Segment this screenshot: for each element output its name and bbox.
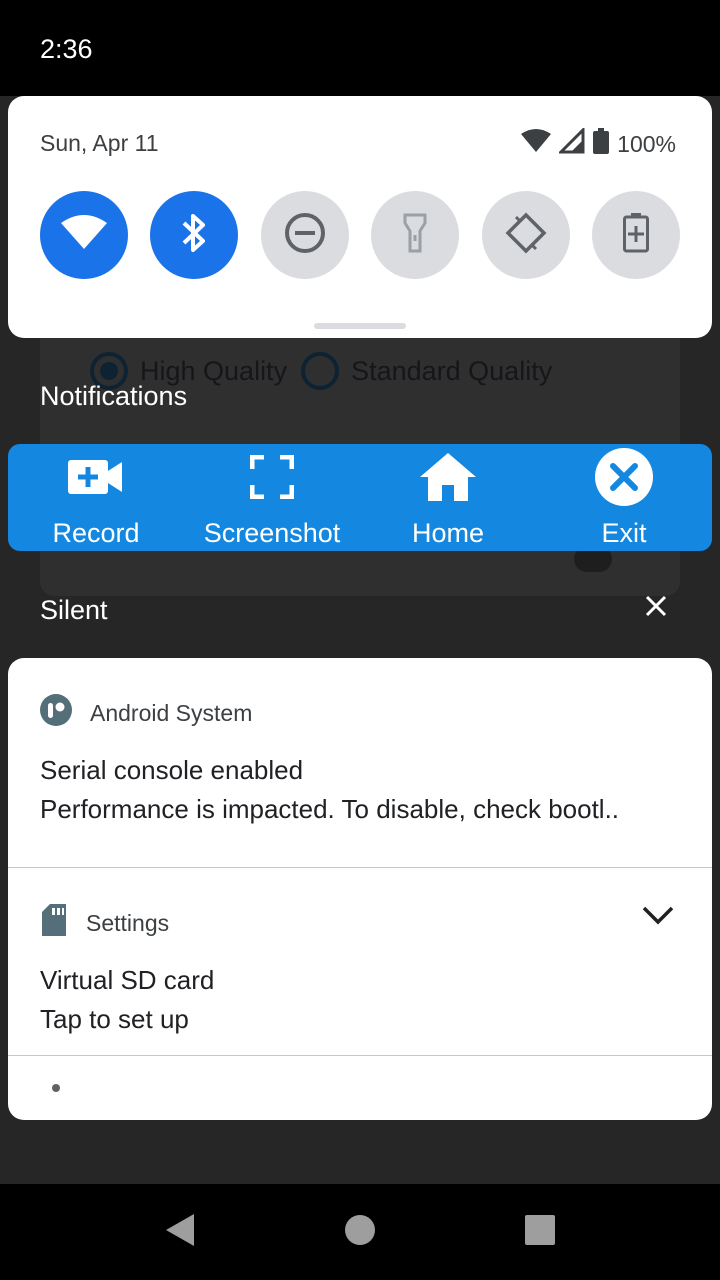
exit-button[interactable]: Exit [536,444,712,551]
home-label: Home [411,518,485,548]
sd-card-icon [40,904,68,942]
wifi-signal-icon [521,129,552,159]
cell-signal-icon [557,126,585,160]
silent-header: Silent [40,595,108,625]
home-icon [418,451,478,510]
record-button[interactable]: Record [8,444,184,551]
android-system-icon [40,694,72,732]
notification-app-row: Android System [40,694,252,732]
quick-settings-panel: Sun, Apr 11 100% [8,96,712,338]
home-nav-button[interactable] [340,1212,380,1252]
bluetooth-tile[interactable] [150,191,239,279]
overflow-dot-icon [52,1084,60,1092]
qs-tiles [40,191,680,279]
close-icon [645,595,667,622]
floating-toolbar: Record Screenshot Home Exit [8,444,712,551]
battery-saver-tile[interactable] [591,191,680,279]
wifi-icon [60,214,108,256]
back-button[interactable] [160,1212,200,1252]
dnd-tile[interactable] [260,191,349,279]
exit-label: Exit [601,518,647,548]
notification-title: Virtual SD card [40,965,215,995]
auto-rotate-icon [504,211,548,260]
chevron-down-icon [642,905,674,930]
divider [8,1055,712,1056]
home-button[interactable]: Home [360,444,536,551]
recents-button[interactable] [520,1212,560,1252]
clear-silent-button[interactable] [640,592,672,624]
qs-status-icons: 100% [521,126,676,160]
close-circle-icon [594,447,654,514]
notification-settings[interactable]: Settings Virtual SD card Tap to set up [8,868,712,1055]
status-time: 2:36 [40,34,93,64]
wifi-tile[interactable] [40,191,128,279]
screenshot-icon [249,454,295,506]
notifications-header: Notifications [40,381,188,411]
notification-app-name: Android System [90,699,253,726]
navigation-bar [0,1184,720,1280]
auto-rotate-tile[interactable] [481,191,570,279]
expand-button[interactable] [640,903,676,931]
home-circle-icon [344,1214,376,1251]
screenshot-label: Screenshot [203,518,341,548]
video-add-icon [68,458,124,503]
recents-icon [525,1214,555,1250]
battery-icon [593,128,610,160]
notification-text: Performance is impacted. To disable, che… [40,794,620,824]
qs-date[interactable]: Sun, Apr 11 [40,130,159,157]
notification-android-system[interactable]: Android System Serial console enabled Pe… [8,658,712,867]
radio-standard-quality [301,352,340,390]
battery-saver-icon [622,212,649,258]
status-bar: 2:36 [0,0,720,96]
battery-percent: 100% [617,130,676,157]
flashlight-tile[interactable] [371,191,460,279]
notification-text: Tap to set up [40,1004,189,1034]
record-label: Record [52,518,140,548]
do-not-disturb-icon [283,211,327,260]
screenshot-button[interactable]: Screenshot [184,444,360,551]
notification-app-name: Settings [86,909,170,936]
back-icon [164,1213,196,1252]
qs-drag-handle[interactable] [314,323,406,329]
bluetooth-icon [179,212,209,259]
flashlight-icon [403,213,427,258]
radio-standard-quality-label: Standard Quality [351,355,553,386]
notifications-card: Android System Serial console enabled Pe… [8,658,712,1120]
notification-title: Serial console enabled [40,755,304,785]
notification-app-row: Settings [40,904,169,942]
